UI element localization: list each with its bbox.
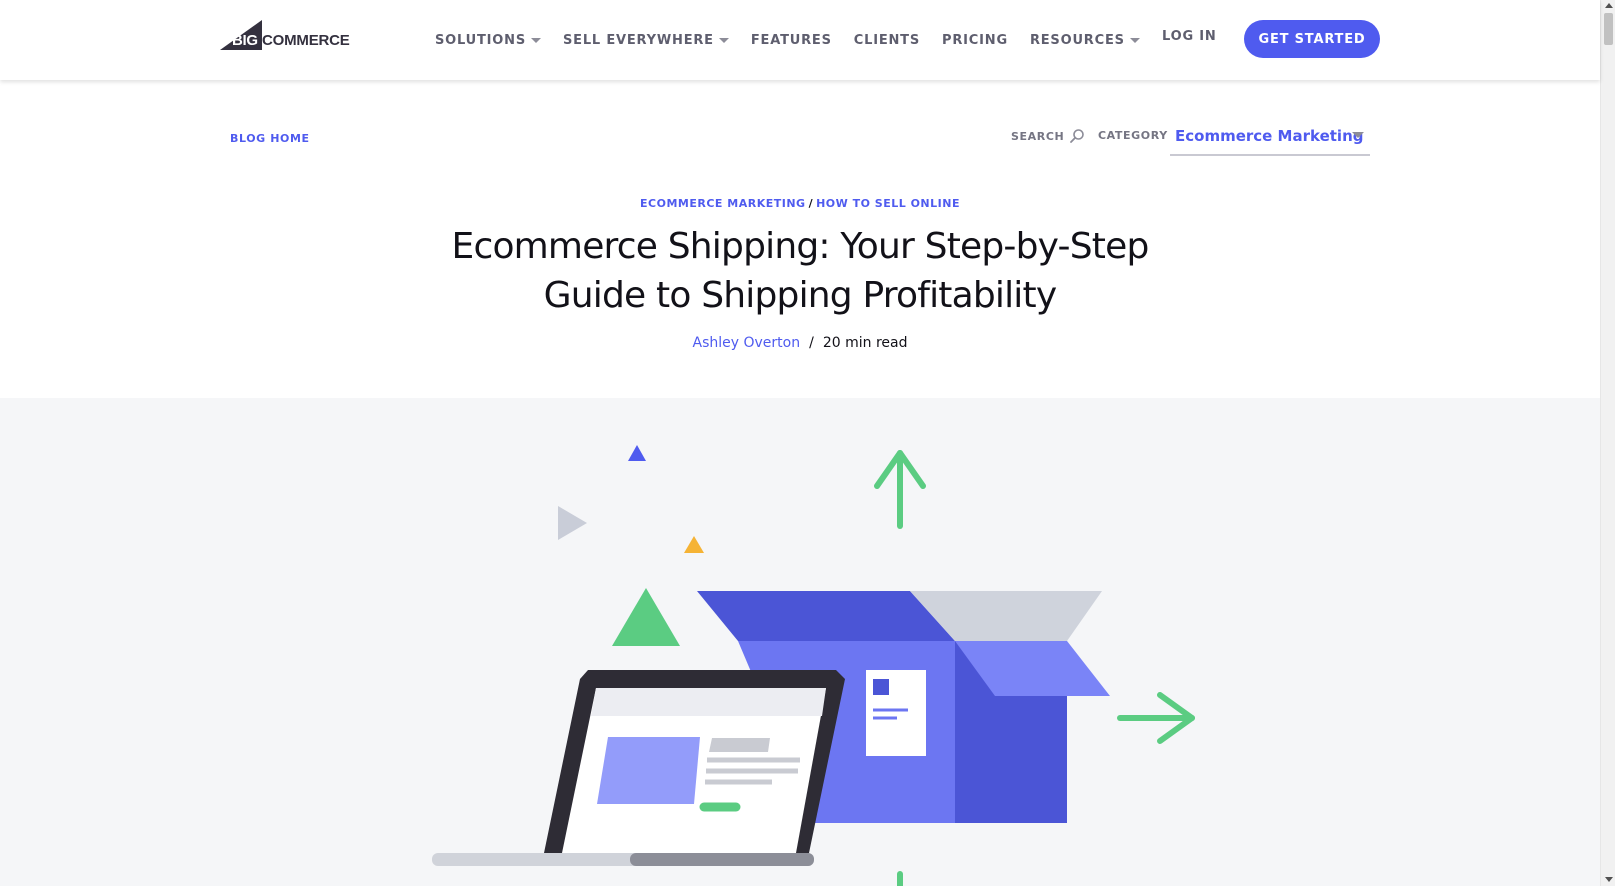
article-byline: Ashley Overton / 20 min read (0, 335, 1600, 351)
nav-item-resources[interactable]: RESOURCES (1030, 33, 1140, 48)
arrow-up-icon (874, 450, 926, 529)
logo-text-big: BIG (232, 32, 258, 49)
nav-label: CLIENTS (853, 32, 921, 48)
article-title-line-2: Guide to Shipping Profitability (543, 275, 1057, 316)
article-title-line-1: Ecommerce Shipping: Your Step-by-Step (451, 226, 1150, 267)
scroll-thumb[interactable] (1604, 13, 1613, 45)
category-label: CATEGORY (1098, 129, 1168, 142)
article-title: Ecommerce Shipping: Your Step-by-Step Gu… (400, 222, 1200, 320)
nav-item-solutions[interactable]: SOLUTIONS (435, 33, 541, 48)
bigcommerce-logo[interactable]: BIG COMMERCE (220, 20, 354, 52)
main-nav: SOLUTIONS SELL EVERYWHERE FEATURES CLIEN… (435, 28, 1162, 52)
scroll-up-arrow-icon[interactable] (1605, 3, 1613, 8)
byline-separator: / (809, 335, 814, 351)
yellow-triangle-shape (684, 536, 704, 553)
blue-triangle-shape (628, 445, 646, 461)
get-started-button[interactable]: GET STARTED (1244, 20, 1380, 58)
nav-item-sell-everywhere[interactable]: SELL EVERYWHERE (563, 33, 729, 48)
nav-label: SELL EVERYWHERE (563, 32, 714, 48)
category-value: Ecommerce Marketing (1175, 127, 1364, 145)
author-link[interactable]: Ashley Overton (693, 335, 801, 351)
site-header: BIG COMMERCE SOLUTIONS SELL EVERYWHERE F… (0, 0, 1600, 80)
chevron-down-icon (531, 38, 541, 43)
nav-item-features[interactable]: FEATURES (751, 33, 832, 48)
laptop-icon (432, 670, 845, 866)
category-link-ecommerce-marketing[interactable]: ECOMMERCE MARKETING (640, 197, 806, 210)
grey-play-shape (558, 506, 587, 540)
shipping-illustration (432, 445, 1195, 886)
nav-label: FEATURES (750, 32, 832, 48)
nav-label: PRICING (942, 32, 1008, 48)
blog-home-link[interactable]: BLOG HOME (230, 132, 310, 145)
search-button[interactable]: SEARCH (1011, 128, 1085, 144)
category-select[interactable]: Ecommerce Marketing (1170, 118, 1370, 156)
green-triangle-shape (612, 588, 680, 646)
category-link-how-to-sell-online[interactable]: HOW TO SELL ONLINE (816, 197, 960, 210)
search-label: SEARCH (1011, 129, 1065, 143)
hero-illustration (0, 398, 1600, 886)
logo-text-commerce: COMMERCE (262, 32, 350, 49)
login-link[interactable]: LOG IN (1162, 29, 1217, 44)
article-categories: ECOMMERCE MARKETING / HOW TO SELL ONLINE (0, 197, 1600, 210)
nav-item-pricing[interactable]: PRICING (942, 33, 1008, 48)
page-scrollbar[interactable] (1600, 0, 1615, 886)
arrow-right-icon (1117, 692, 1195, 744)
nav-label: SOLUTIONS (435, 32, 526, 48)
category-separator: / (808, 197, 814, 210)
nav-item-clients[interactable]: CLIENTS (854, 33, 920, 48)
chevron-down-icon (718, 38, 729, 43)
search-icon (1070, 129, 1085, 143)
nav-label: RESOURCES (1029, 32, 1125, 48)
scroll-down-arrow-icon[interactable] (1605, 877, 1613, 882)
chevron-down-icon (1352, 132, 1364, 138)
chevron-down-icon (1129, 38, 1140, 43)
read-time: 20 min read (822, 335, 908, 351)
